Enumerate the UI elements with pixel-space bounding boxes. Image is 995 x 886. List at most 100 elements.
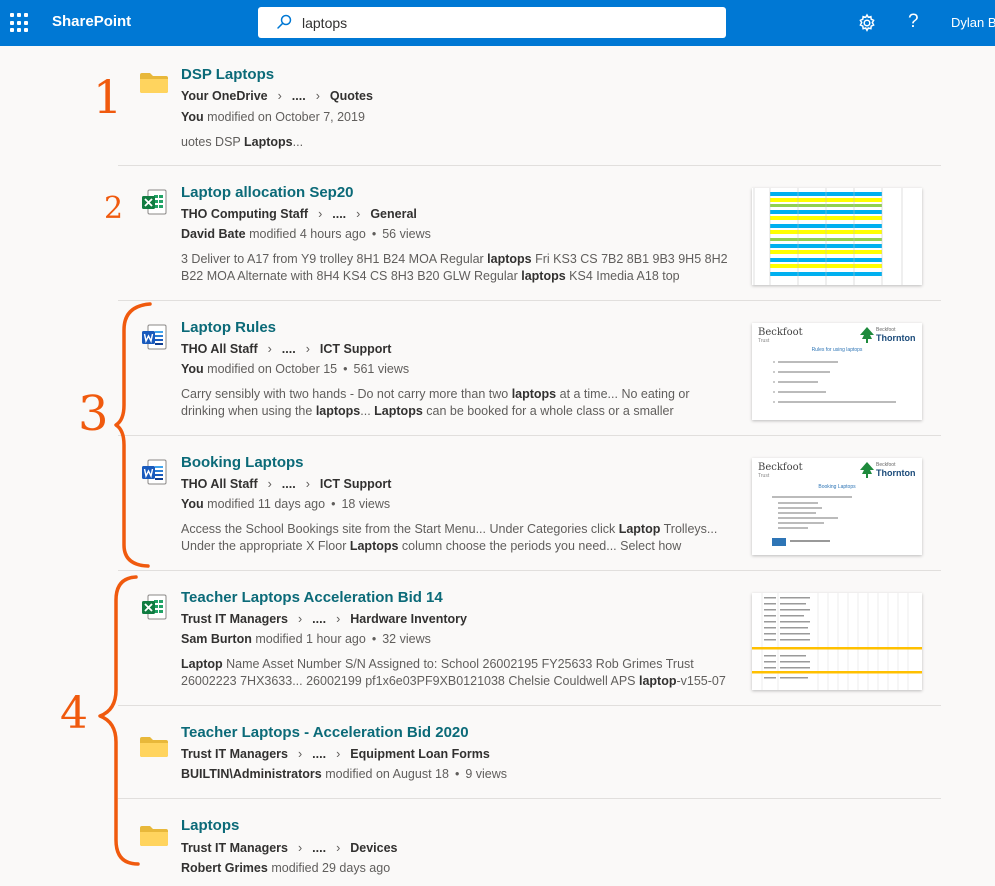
result-title-link[interactable]: Laptop allocation Sep20: [181, 184, 354, 201]
modified-date: modified 4 hours ago: [249, 227, 366, 241]
search-icon[interactable]: [276, 14, 292, 30]
modified-by: You: [181, 497, 204, 511]
document-thumbnail[interactable]: Beckfoot Trust Beckfoot Thornton Rules f…: [752, 323, 922, 420]
snippet-highlight: laptops: [315, 404, 361, 418]
breadcrumb-item[interactable]: ICT Support: [320, 477, 392, 491]
annotation-number-1: 1: [93, 70, 123, 124]
folder-icon: [140, 826, 168, 846]
breadcrumb-item[interactable]: Equipment Loan Forms: [350, 747, 490, 761]
snippet-highlight: Laptop: [618, 522, 661, 536]
result-title-link[interactable]: Teacher Laptops - Acceleration Bid 2020: [181, 724, 469, 741]
chevron-right-icon: ›: [277, 89, 282, 103]
breadcrumb-item[interactable]: Trust IT Managers: [181, 841, 288, 855]
breadcrumb-item[interactable]: THO All Staff: [181, 342, 258, 356]
result-title-link[interactable]: DSP Laptops: [181, 66, 274, 83]
search-input[interactable]: laptops: [302, 15, 347, 31]
word-icon: [142, 459, 167, 485]
breadcrumb-item[interactable]: THO All Staff: [181, 477, 258, 491]
search-result[interactable]: Laptops Trust IT Managers ›.... › Devices R…: [118, 799, 941, 886]
spreadsheet-thumbnail[interactable]: [752, 593, 922, 690]
chevron-right-icon: ›: [336, 747, 341, 761]
breadcrumb-item[interactable]: ....: [292, 89, 306, 103]
result-meta: You modified on October 7, 2019: [181, 110, 365, 124]
snippet-text: Carry sensibly with two hands - Do not c…: [181, 387, 512, 401]
snippet-highlight: laptops: [511, 387, 557, 401]
thumb-brand-right: Thornton: [876, 468, 916, 478]
snippet-highlight: Laptops: [244, 135, 293, 149]
breadcrumb-item[interactable]: ....: [312, 747, 326, 761]
breadcrumb-item[interactable]: ....: [282, 477, 296, 491]
breadcrumb-item[interactable]: ....: [282, 342, 296, 356]
search-result[interactable]: DSP Laptops Your OneDrive ›.... › Quotes Yo…: [118, 46, 941, 166]
thumb-brand-sub: Trust: [758, 473, 770, 479]
breadcrumb-item[interactable]: ....: [312, 841, 326, 855]
view-count: 9 views: [465, 767, 508, 781]
result-meta: David Bate modified 4 hours ago • 56 views: [181, 227, 431, 241]
search-result[interactable]: Booking Laptops THO All Staff ›.... › ICT S…: [118, 436, 941, 571]
breadcrumb-item[interactable]: ....: [312, 612, 326, 626]
breadcrumb-item[interactable]: ....: [332, 207, 346, 221]
snippet-highlight: Laptop: [181, 657, 223, 671]
breadcrumb-item[interactable]: THO Computing Staff: [181, 207, 308, 221]
result-meta: BUILTIN\Administrators modified on Augus…: [181, 767, 508, 781]
app-launcher-icon[interactable]: [10, 13, 30, 33]
snippet-highlight: Laptops: [349, 539, 399, 553]
breadcrumb-item[interactable]: Trust IT Managers: [181, 747, 288, 761]
breadcrumb-item[interactable]: Hardware Inventory: [350, 612, 467, 626]
snippet-text: Name Asset Number S/N Assigned to: Schoo…: [181, 657, 694, 688]
user-account-button[interactable]: Dylan B: [951, 15, 995, 30]
breadcrumb-item[interactable]: Your OneDrive: [181, 89, 268, 103]
folder-icon: [140, 737, 168, 757]
thumb-heading: Rules for using laptops: [811, 347, 863, 353]
chevron-right-icon: ›: [267, 477, 272, 491]
document-thumbnail[interactable]: Beckfoot Trust Beckfoot Thornton Booking…: [752, 458, 922, 555]
breadcrumb-item[interactable]: Trust IT Managers: [181, 612, 288, 626]
result-snippet: 3 Deliver to A17 from Y9 trolley 8H1 B24…: [181, 251, 731, 285]
result-snippet: Access the School Bookings site from the…: [181, 521, 731, 555]
breadcrumb-item[interactable]: Quotes: [330, 89, 373, 103]
result-snippet: Laptop Name Asset Number S/N Assigned to…: [181, 656, 731, 690]
thumb-brand-sub: Trust: [758, 338, 770, 344]
search-box[interactable]: laptops: [258, 7, 726, 38]
view-count: 56 views: [382, 227, 431, 241]
result-breadcrumb: Trust IT Managers ›.... › Devices: [181, 841, 398, 855]
result-breadcrumb: THO All Staff ›.... › ICT Support: [181, 477, 391, 491]
chevron-right-icon: ›: [318, 207, 323, 221]
snippet-text: 3 Deliver to A17 from Y9 trolley 8H1 B24…: [181, 252, 488, 266]
modified-date: modified on August 18: [325, 767, 449, 781]
snippet-highlight: laptops: [521, 269, 566, 283]
result-title-link[interactable]: Laptop Rules: [181, 319, 276, 336]
chevron-right-icon: ›: [315, 89, 320, 103]
search-result[interactable]: Teacher Laptops - Acceleration Bid 2020 …: [118, 706, 941, 799]
thumb-heading: Booking Laptops: [818, 484, 856, 490]
help-icon[interactable]: ?: [908, 11, 919, 33]
chevron-right-icon: ›: [305, 477, 310, 491]
snippet-text: uotes DSP: [181, 135, 245, 149]
result-title-link[interactable]: Booking Laptops: [181, 454, 304, 471]
result-meta: You modified 11 days ago • 18 views: [181, 497, 391, 511]
modified-date: modified on October 7, 2019: [207, 110, 365, 124]
app-brand-link[interactable]: SharePoint: [52, 13, 131, 30]
breadcrumb-item[interactable]: Devices: [350, 841, 397, 855]
spreadsheet-thumbnail[interactable]: [752, 188, 922, 285]
result-snippet: uotes DSP Laptops...: [181, 134, 731, 151]
search-result[interactable]: Teacher Laptops Acceleration Bid 14 Trus…: [118, 571, 941, 706]
result-breadcrumb: THO Computing Staff ›.... › General: [181, 207, 417, 221]
annotation-number-4: 4: [60, 688, 88, 739]
suite-bar: SharePoint laptops ? Dylan B: [0, 0, 995, 46]
annotation-number-2: 2: [104, 191, 124, 226]
tree-logo-icon: [860, 327, 874, 343]
spreadsheet-preview-image: [752, 593, 922, 690]
modified-by: BUILTIN\Administrators: [181, 767, 322, 781]
view-count: 561 views: [353, 362, 410, 376]
breadcrumb-item[interactable]: ICT Support: [320, 342, 392, 356]
chevron-right-icon: ›: [336, 612, 341, 626]
result-breadcrumb: THO All Staff ›.... › ICT Support: [181, 342, 391, 356]
search-result[interactable]: Laptop allocation Sep20 THO Computing St…: [118, 166, 941, 301]
settings-gear-icon[interactable]: [857, 13, 877, 33]
result-breadcrumb: Trust IT Managers ›.... › Hardware Inventor…: [181, 612, 467, 626]
result-title-link[interactable]: Teacher Laptops Acceleration Bid 14: [181, 589, 443, 606]
result-title-link[interactable]: Laptops: [181, 817, 239, 834]
breadcrumb-item[interactable]: General: [370, 207, 417, 221]
search-result[interactable]: Laptop Rules THO All Staff ›.... › ICT Supp…: [118, 301, 941, 436]
